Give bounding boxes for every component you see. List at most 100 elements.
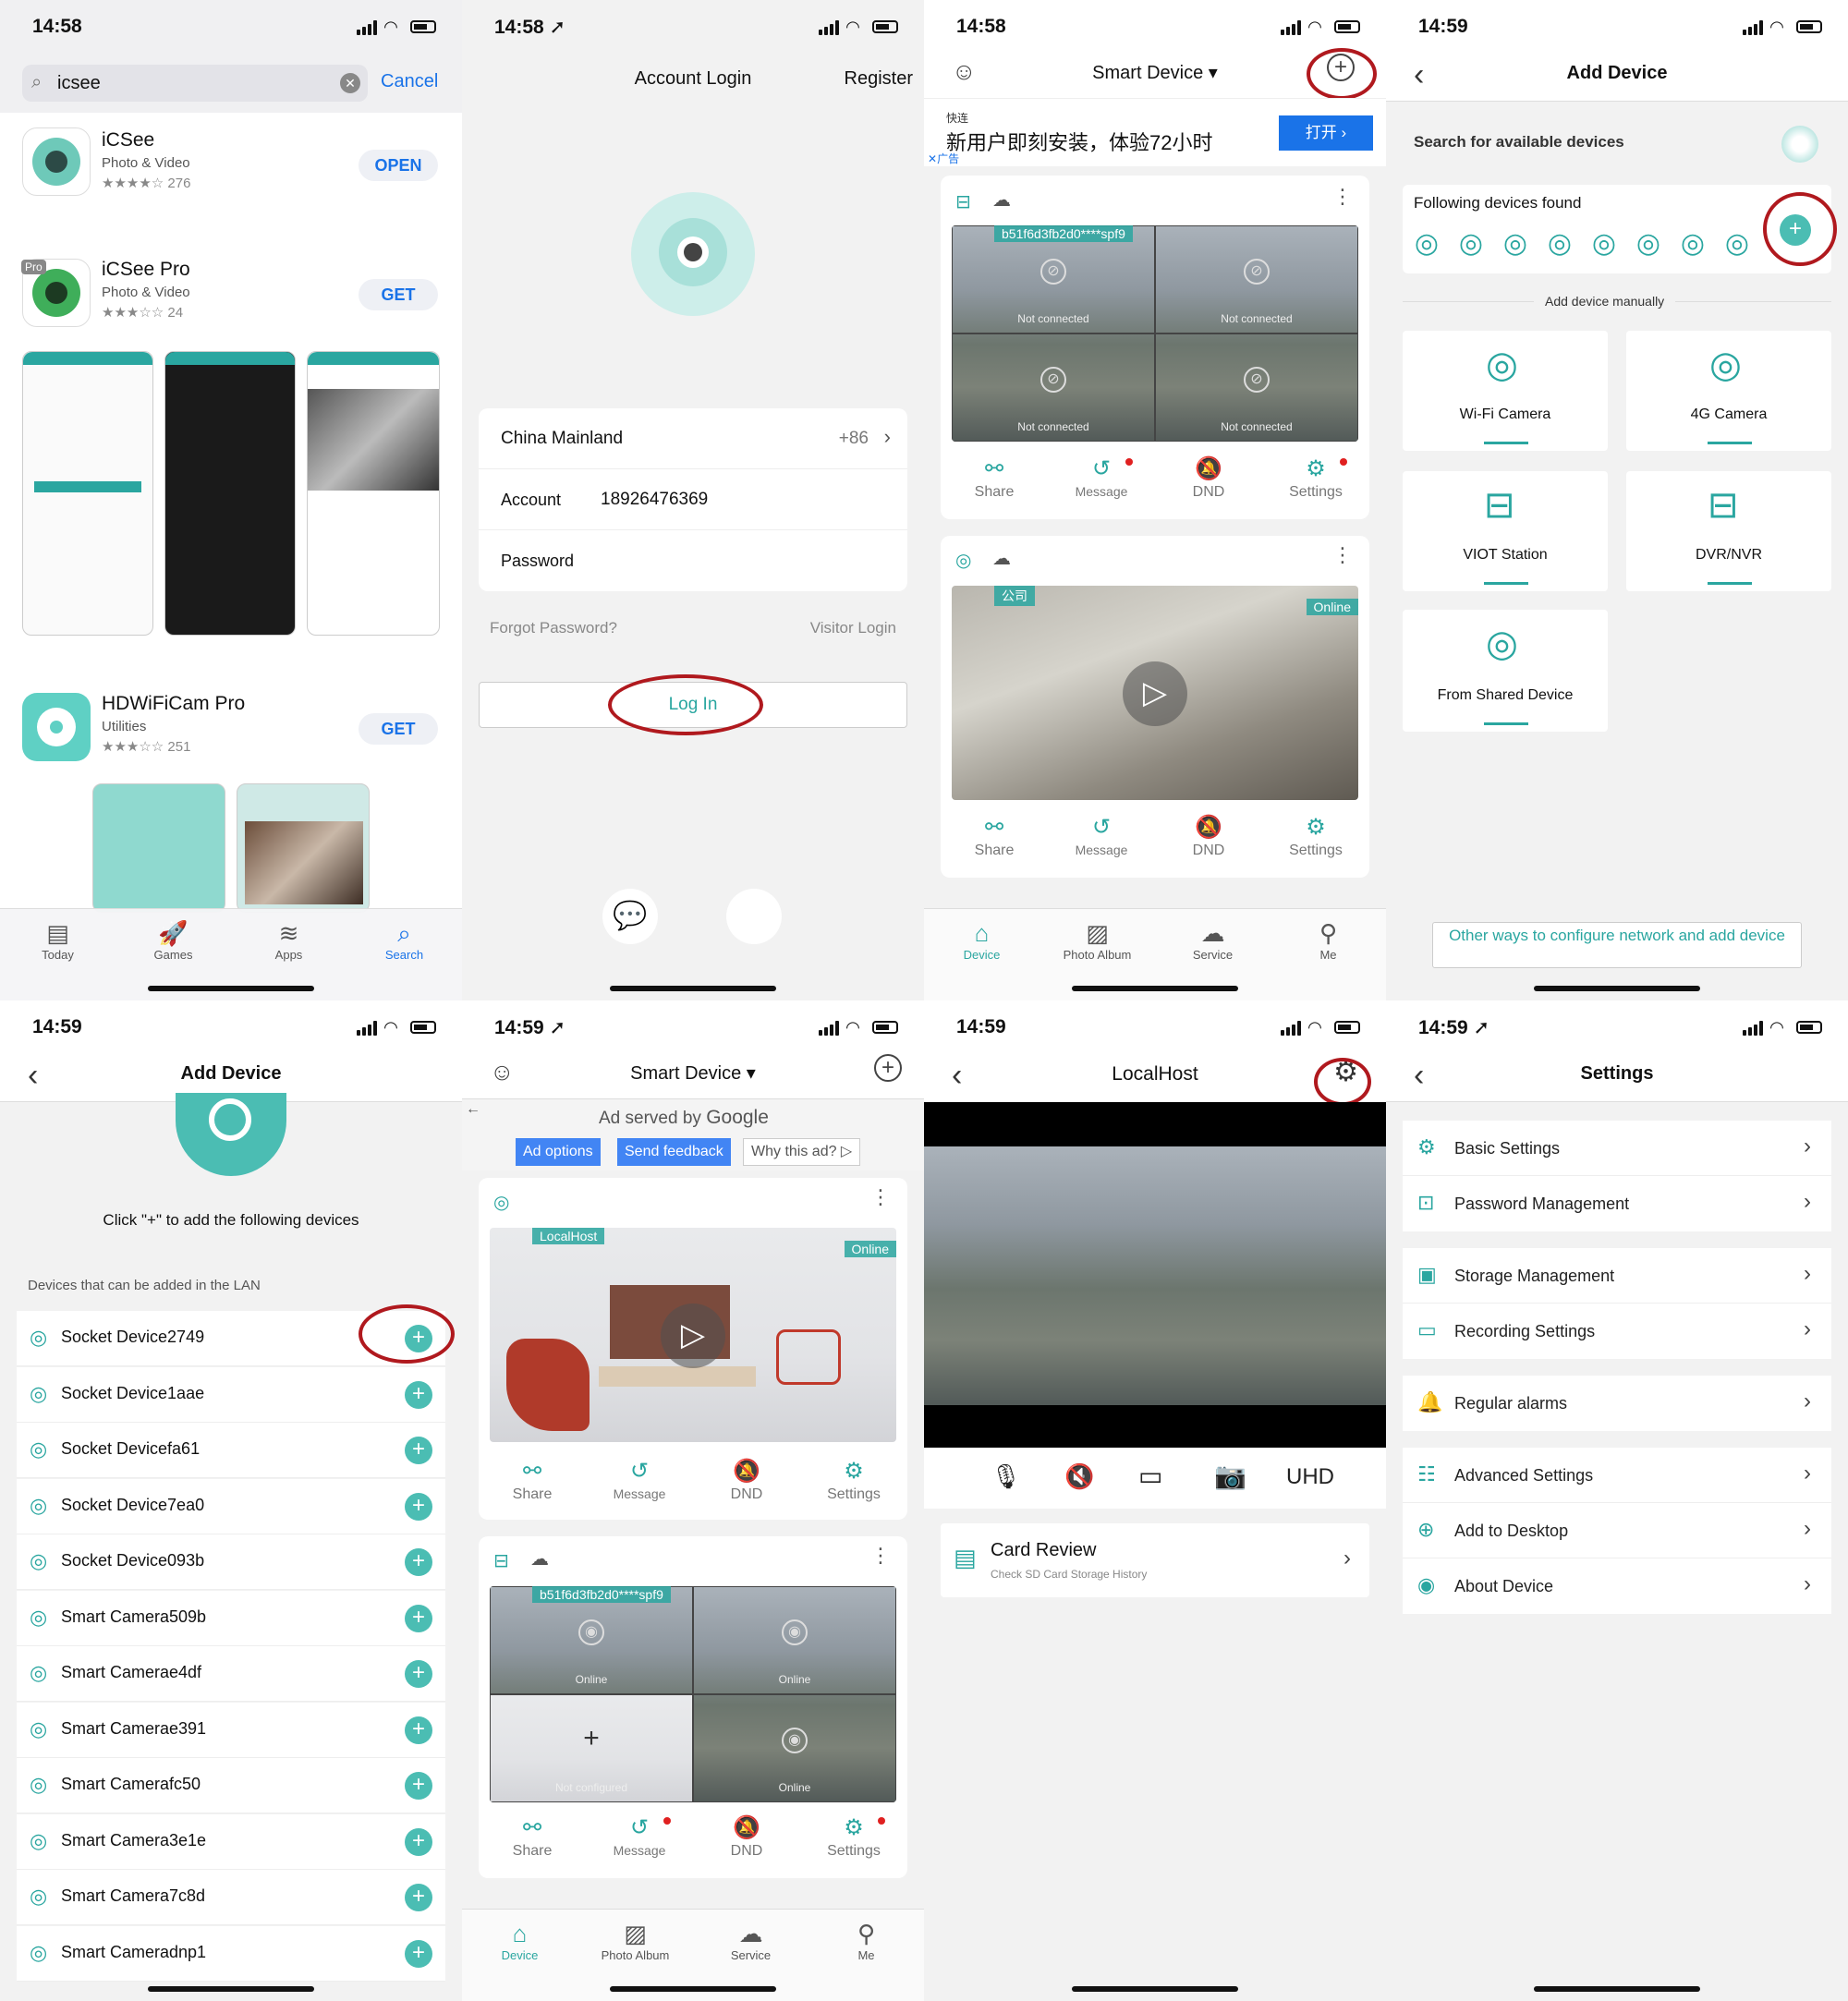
tab-me[interactable]: ⚲ Me <box>1270 918 1386 962</box>
more-icon[interactable]: ⋮ <box>1332 185 1353 209</box>
add-device-plus-button[interactable]: + <box>405 1716 432 1744</box>
app-screenshot[interactable] <box>92 783 225 913</box>
add-device-plus-button[interactable]: + <box>405 1380 432 1409</box>
ad-options-button[interactable]: Ad options <box>516 1138 601 1166</box>
mute-icon[interactable]: 🔇 <box>1064 1462 1094 1491</box>
tab-device[interactable]: ⌂ Device <box>462 1919 578 1962</box>
add-device-plus-button[interactable]: + <box>405 1437 432 1464</box>
message-button[interactable]: ↺ Message <box>586 1457 693 1501</box>
share-button[interactable]: ⚯ Share <box>479 1813 586 1860</box>
message-button[interactable]: ↺ Message <box>586 1813 693 1858</box>
lan-device-row[interactable]: ◎ Socket Device1aae + <box>17 1366 445 1423</box>
lan-device-row[interactable]: ◎ Socket Devicefa61 + <box>17 1423 445 1478</box>
message-button[interactable]: ↺ Message <box>1048 813 1155 857</box>
camera-cell[interactable]: ◉ Online <box>693 1586 896 1694</box>
share-button[interactable]: ⚯ Share <box>479 1457 586 1503</box>
wifi-camera-option[interactable]: ◎ Wi-Fi Camera <box>1403 331 1608 451</box>
settings-button[interactable]: ⚙ Settings <box>800 1457 907 1503</box>
app-screenshot[interactable] <box>22 351 153 636</box>
clear-icon[interactable]: ✕ <box>340 73 360 93</box>
lan-device-row[interactable]: ◎ Smart Camera3e1e + <box>17 1813 445 1870</box>
dnd-button[interactable]: 🔕 DND <box>1155 813 1262 859</box>
settings-item-alarms[interactable]: 🔔 Regular alarms › <box>1403 1376 1831 1431</box>
shared-device-option[interactable]: ◎ From Shared Device <box>1403 610 1608 732</box>
add-device-plus-button[interactable]: + <box>405 1660 432 1688</box>
get-button[interactable]: GET <box>359 713 438 745</box>
viot-station-option[interactable]: ⊟ VIOT Station <box>1403 471 1608 591</box>
lan-device-row[interactable]: ◎ Socket Device093b + <box>17 1534 445 1590</box>
ad-open-button[interactable]: 打开 › <box>1279 115 1373 151</box>
add-device-button[interactable]: + <box>874 1054 902 1082</box>
camera-cell[interactable]: ⊘ Not connected <box>952 334 1155 442</box>
back-arrow-icon[interactable]: ← <box>466 1101 480 1118</box>
lan-device-row[interactable]: ◎ Smart Camerafc50 + <box>17 1758 445 1813</box>
page-title[interactable]: Smart Device ▾ <box>462 1061 924 1085</box>
live-video[interactable] <box>924 1102 1386 1448</box>
tab-apps[interactable]: ≋ Apps <box>231 918 346 962</box>
settings-button[interactable]: ⚙ Settings <box>1262 455 1369 501</box>
get-button[interactable]: GET <box>359 279 438 310</box>
add-device-plus-button[interactable]: + <box>405 1772 432 1800</box>
more-icon[interactable]: ⋮ <box>870 1185 891 1209</box>
tab-photo-album[interactable]: ▨ Photo Album <box>578 1919 693 1962</box>
wechat-login-icon[interactable]: 💬 <box>602 889 658 944</box>
cancel-button[interactable]: Cancel <box>381 71 438 92</box>
add-device-plus-button[interactable]: + <box>405 1884 432 1911</box>
quality-toggle[interactable]: UHD <box>1286 1464 1334 1490</box>
region-selector[interactable]: China Mainland +86 › <box>479 408 907 469</box>
tab-photo-album[interactable]: ▨ Photo Album <box>1040 918 1155 962</box>
multi-camera-view[interactable]: ◉ Online ◉ Online + Not configured ◉ Online … <box>490 1586 896 1802</box>
record-icon[interactable]: ▭ <box>1138 1461 1162 1491</box>
ad-banner[interactable]: 快连 新用户即刻安装，体验72小时 打开 › ✕广告 <box>924 98 1386 166</box>
camera-preview[interactable]: LocalHost Online ▷ <box>490 1228 896 1442</box>
settings-button[interactable]: ⚙ Settings <box>800 1813 907 1860</box>
play-icon[interactable]: ▷ <box>661 1304 725 1368</box>
share-button[interactable]: ⚯ Share <box>941 813 1048 859</box>
multi-camera-view[interactable]: ⊘ Not connected ⊘ Not connected ⊘ Not conne… <box>952 225 1358 442</box>
tab-service[interactable]: ☁ Service <box>1155 918 1270 962</box>
camera-cell[interactable]: + Not configured <box>490 1694 693 1802</box>
lan-device-row[interactable]: ◎ Smart Camerae4df + <box>17 1646 445 1702</box>
share-button[interactable]: ⚯ Share <box>941 455 1048 501</box>
microphone-icon[interactable]: 🎙 <box>991 1462 1021 1491</box>
register-link[interactable]: Register <box>845 68 913 90</box>
lan-device-row[interactable]: ◎ Smart Camera509b + <box>17 1590 445 1646</box>
app-screenshot[interactable] <box>237 783 370 913</box>
tab-me[interactable]: ⚲ Me <box>808 1919 924 1962</box>
dvr-nvr-option[interactable]: ⊟ DVR/NVR <box>1626 471 1831 591</box>
settings-item-advanced[interactable]: ☷ Advanced Settings › <box>1403 1448 1831 1503</box>
tab-device[interactable]: ⌂ Device <box>924 918 1040 962</box>
tab-games[interactable]: 🚀 Games <box>116 918 231 962</box>
search-input[interactable]: ⌕ icsee ✕ <box>22 65 368 102</box>
settings-item-add-desktop[interactable]: ⊕ Add to Desktop › <box>1403 1503 1831 1558</box>
send-feedback-button[interactable]: Send feedback <box>617 1138 731 1166</box>
more-icon[interactable]: ⋮ <box>1332 543 1353 567</box>
tab-service[interactable]: ☁ Service <box>693 1919 808 1962</box>
lan-device-row[interactable]: ◎ Smart Cameradnp1 + <box>17 1925 445 1982</box>
lan-device-row[interactable]: ◎ Smart Camera7c8d + <box>17 1870 445 1925</box>
play-icon[interactable]: ▷ <box>1123 661 1187 726</box>
app-screenshot[interactable] <box>307 351 440 636</box>
tab-today[interactable]: ▤ Today <box>0 918 116 962</box>
camera-cell[interactable]: ⊘ Not connected <box>1155 225 1358 334</box>
camera-cell[interactable]: ⊘ Not connected <box>1155 334 1358 442</box>
message-button[interactable]: ↺ Message <box>1048 455 1155 499</box>
lan-device-row[interactable]: ◎ Socket Device7ea0 + <box>17 1478 445 1534</box>
apple-login-icon[interactable] <box>726 889 782 944</box>
other-ways-button[interactable]: Other ways to configure network and add … <box>1432 922 1802 968</box>
tab-search[interactable]: ⌕ Search <box>346 918 462 962</box>
4g-camera-option[interactable]: ◎ 4G Camera <box>1626 331 1831 451</box>
open-button[interactable]: OPEN <box>359 150 438 181</box>
dnd-button[interactable]: 🔕 DND <box>1155 455 1262 501</box>
more-icon[interactable]: ⋮ <box>870 1544 891 1568</box>
add-device-plus-button[interactable]: + <box>405 1827 432 1856</box>
add-device-plus-button[interactable]: + <box>405 1492 432 1521</box>
settings-item-about[interactable]: ◉ About Device › <box>1403 1558 1831 1614</box>
settings-item-password[interactable]: ⊡ Password Management › <box>1403 1176 1831 1231</box>
dnd-button[interactable]: 🔕 DND <box>693 1457 800 1503</box>
add-device-plus-button[interactable]: + <box>405 1548 432 1576</box>
add-device-plus-button[interactable]: + <box>405 1939 432 1968</box>
settings-item-basic[interactable]: ⚙ Basic Settings › <box>1403 1121 1831 1176</box>
snapshot-icon[interactable]: 📷 <box>1214 1461 1246 1491</box>
add-device-plus-button[interactable]: + <box>405 1604 432 1632</box>
